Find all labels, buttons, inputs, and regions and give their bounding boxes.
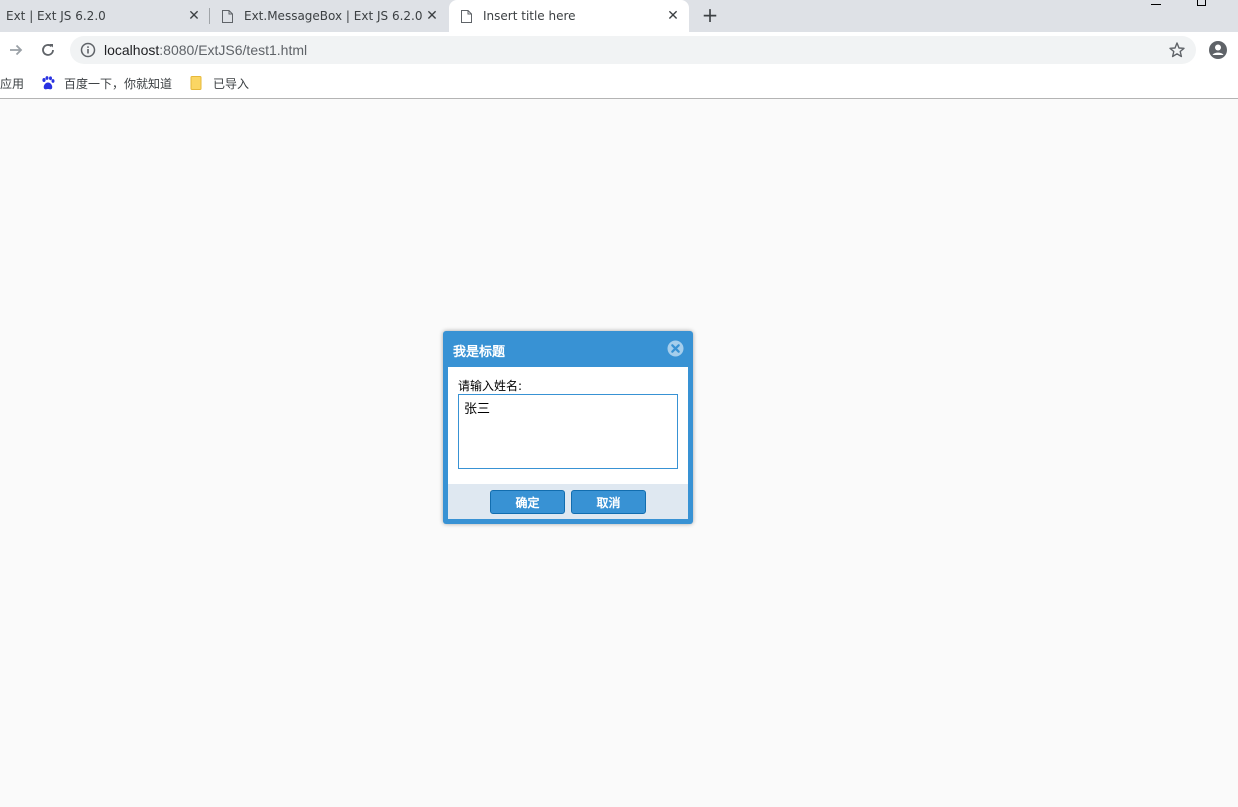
bookmark-apps[interactable]: 应用 — [0, 74, 24, 92]
document-icon — [222, 9, 233, 23]
bookmarks-bar: 应用 百度一下，你就知道 已导入 — [0, 68, 1238, 99]
close-tab-icon[interactable]: ✕ — [422, 8, 442, 24]
url-host: localhost — [104, 42, 160, 58]
tab-ext-js[interactable]: Ext | Ext JS 6.2.0 ✕ — [0, 0, 210, 32]
tab-insert-title[interactable]: Insert title here ✕ — [449, 0, 689, 32]
bookmark-label: 已导入 — [213, 76, 250, 91]
prompt-dialog: 我是标题 请输入姓名: 张三 确定 取消 — [443, 331, 693, 524]
bookmark-label: 百度一下，你就知道 — [64, 76, 173, 91]
name-input[interactable]: 张三 — [458, 394, 678, 469]
minimize-icon[interactable] — [1151, 4, 1161, 5]
document-icon — [461, 9, 472, 23]
new-tab-button[interactable]: + — [700, 4, 720, 26]
arrow-right-icon — [10, 44, 23, 56]
address-bar[interactable]: localhost:8080/ExtJS6/test1.html — [70, 36, 1196, 64]
forward-button[interactable] — [4, 38, 28, 62]
ok-button[interactable]: 确定 — [490, 490, 565, 514]
profile-button[interactable] — [1206, 38, 1230, 62]
reload-icon — [42, 44, 54, 56]
folder-icon — [190, 76, 202, 90]
tab-strip: Ext | Ext JS 6.2.0 ✕ Ext.MessageBox | Ex… — [0, 0, 1238, 32]
account-icon — [1209, 41, 1227, 59]
dialog-footer: 确定 取消 — [448, 484, 688, 519]
bookmark-baidu[interactable]: 百度一下，你就知道 — [40, 74, 172, 92]
close-tab-icon[interactable]: ✕ — [663, 8, 683, 24]
reload-button[interactable] — [36, 38, 60, 62]
dialog-title: 我是标题 — [453, 345, 506, 360]
bookmark-star-icon[interactable] — [1168, 41, 1186, 59]
browser-window: Ext | Ext JS 6.2.0 ✕ Ext.MessageBox | Ex… — [0, 0, 1238, 807]
tab-title: Insert title here — [483, 9, 576, 23]
tab-title: Ext | Ext JS 6.2.0 — [6, 9, 106, 23]
close-tab-icon[interactable]: ✕ — [184, 8, 204, 24]
tab-title: Ext.MessageBox | Ext JS 6.2.0 - — [244, 9, 422, 23]
browser-toolbar: localhost:8080/ExtJS6/test1.html — [0, 32, 1238, 68]
dialog-header[interactable]: 我是标题 — [443, 331, 693, 367]
cancel-button[interactable]: 取消 — [571, 490, 646, 514]
bookmark-label: 应用 — [0, 76, 25, 91]
url-path: :8080/ExtJS6/test1.html — [159, 42, 308, 58]
maximize-icon[interactable] — [1197, 0, 1206, 6]
url-text: localhost:8080/ExtJS6/test1.html — [104, 42, 307, 58]
close-icon[interactable] — [667, 340, 684, 357]
baidu-paw-icon — [42, 76, 55, 90]
bookmark-imported[interactable]: 已导入 — [189, 74, 249, 92]
tab-messagebox[interactable]: Ext.MessageBox | Ext JS 6.2.0 - ✕ — [210, 0, 448, 32]
dialog-body: 请输入姓名: 张三 — [448, 367, 688, 484]
dialog-message: 请输入姓名: — [458, 379, 523, 393]
info-icon[interactable] — [80, 42, 96, 58]
